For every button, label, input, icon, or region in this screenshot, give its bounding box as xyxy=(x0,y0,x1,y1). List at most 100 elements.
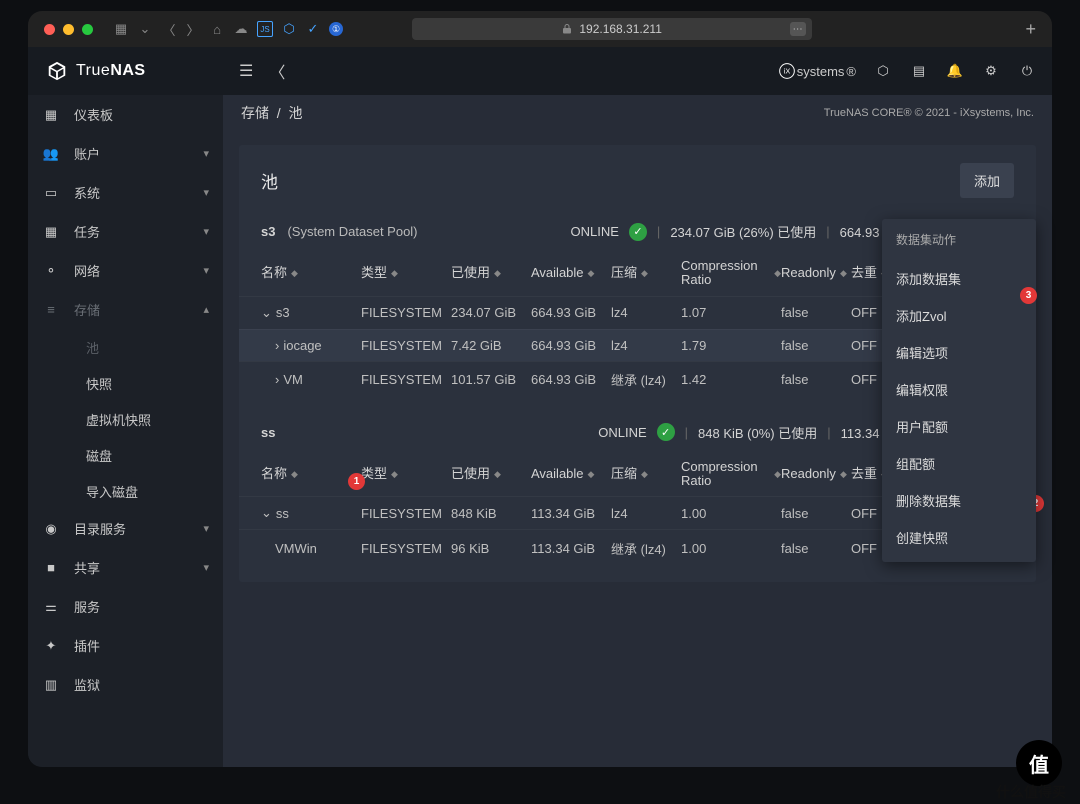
chevron-down-icon: ▾ xyxy=(203,264,209,277)
puzzle-icon: ✦ xyxy=(42,638,60,654)
ixsystems-logo[interactable]: iXsystems® xyxy=(779,63,856,79)
sidebar-subitem[interactable]: 池 xyxy=(28,329,223,365)
check-icon[interactable]: ✓ xyxy=(305,21,321,37)
reader-icon[interactable]: ⋯ xyxy=(790,22,806,36)
truenas-logo-icon xyxy=(46,60,68,82)
sidebar-subitem[interactable]: 虚拟机快照 xyxy=(28,401,223,437)
nav-forward-icon[interactable]: 〉 xyxy=(185,21,201,37)
sidebar-item-calendar[interactable]: ▦ 任务 ▾ xyxy=(28,212,223,251)
menu-item[interactable]: 添加数据集 xyxy=(882,260,1036,297)
cube-icon[interactable]: ⬡ xyxy=(874,63,892,79)
menu-header: 数据集动作 xyxy=(882,219,1036,260)
dashboard-icon: ▦ xyxy=(42,107,60,123)
sidebar-item-puzzle[interactable]: ✦ 插件 xyxy=(28,626,223,665)
menu-toggle-icon[interactable]: ☰ xyxy=(239,61,253,81)
menu-item[interactable]: 组配额 xyxy=(882,445,1036,482)
sidebar-item-label: 插件 xyxy=(74,636,100,655)
sidebar-item-label: 系统 xyxy=(74,183,100,202)
expand-icon[interactable]: › xyxy=(275,338,279,353)
back-icon[interactable]: 〈 xyxy=(269,59,285,83)
list-icon: ≡ xyxy=(42,302,60,317)
cloud-icon[interactable]: ☁ xyxy=(233,21,249,37)
annotation-badge-1: 1 xyxy=(348,473,365,490)
sidebar-subitem[interactable]: 磁盘 xyxy=(28,437,223,473)
sidebar-subitem[interactable]: 快照 xyxy=(28,365,223,401)
menu-item[interactable]: 删除数据集 xyxy=(882,482,1036,519)
sidebar-item-network[interactable]: ⚬网络▾ xyxy=(28,251,223,290)
expand-icon[interactable]: ⌄ xyxy=(261,305,272,321)
sliders-icon: ⚌ xyxy=(42,599,60,615)
sidebar-item-users[interactable]: 👥账户▾ xyxy=(28,134,223,173)
chevron-down-icon: ▾ xyxy=(203,561,209,574)
new-tab-icon[interactable]: + xyxy=(1025,19,1036,40)
folder-icon: ■ xyxy=(42,560,60,575)
menu-item[interactable]: 添加Zvol xyxy=(882,297,1036,334)
sidebar-item-label: 服务 xyxy=(74,597,100,616)
check-icon: ✓ xyxy=(629,223,647,241)
gear-icon[interactable]: ⚙ xyxy=(982,63,1000,79)
check-icon: ✓ xyxy=(657,423,675,441)
sidebar-subitem[interactable]: 导入磁盘 xyxy=(28,473,223,509)
sidebar-item-dashboard[interactable]: ▦ 仪表板 xyxy=(28,95,223,134)
breadcrumb: 存储 / 池 TrueNAS CORE® © 2021 - iXsystems,… xyxy=(223,95,1052,131)
calendar-icon: ▦ xyxy=(42,224,60,240)
sidebar-item-label: 账户 xyxy=(74,144,100,163)
page-title: 池 xyxy=(261,168,278,193)
lock-icon xyxy=(561,23,573,35)
chevron-down-icon[interactable]: ⌄ xyxy=(137,21,153,37)
add-button[interactable]: 添加 xyxy=(960,163,1014,198)
copyright: TrueNAS CORE® © 2021 - iXsystems, Inc. xyxy=(824,107,1034,119)
expand-icon[interactable]: › xyxy=(275,372,279,387)
watermark-icon: 值 xyxy=(1016,740,1062,786)
pool-used: 848 KiB (0%) 已使用 xyxy=(698,423,817,442)
bell-icon[interactable]: 🔔 xyxy=(946,63,964,79)
sidebar-item-list[interactable]: ≡ 存储 ▴ xyxy=(28,290,223,329)
watermark-text: 什么值得买 xyxy=(996,782,1066,802)
brand-logo[interactable]: TrueNAS xyxy=(28,47,223,95)
sidebar-item-globe[interactable]: ◉目录服务▾ xyxy=(28,509,223,548)
sidebar-toggle-icon[interactable]: ▦ xyxy=(113,21,129,37)
ext-icon[interactable]: JS xyxy=(257,21,273,37)
clipboard-icon[interactable]: ▤ xyxy=(910,63,928,79)
window-traffic-lights[interactable] xyxy=(44,24,93,35)
chevron-down-icon: ▾ xyxy=(203,225,209,238)
power-icon[interactable]: ⏻ xyxy=(1018,63,1036,79)
chevron-up-icon: ▴ xyxy=(203,303,209,316)
menu-item[interactable]: 创建快照 xyxy=(882,519,1036,556)
sidebar-item-sliders[interactable]: ⚌ 服务 xyxy=(28,587,223,626)
chevron-down-icon: ▾ xyxy=(203,186,209,199)
sidebar-item-label: 仪表板 xyxy=(74,105,113,124)
sidebar-item-label: 存储 xyxy=(74,300,100,319)
pool-tag: (System Dataset Pool) xyxy=(287,224,417,239)
share-icon[interactable] xyxy=(941,21,957,37)
pool-used: 234.07 GiB (26%) 已使用 xyxy=(670,222,816,241)
pool-name: s3 xyxy=(261,224,275,239)
nav-back-icon[interactable]: 〈 xyxy=(161,21,177,37)
topbar: ☰ 〈 iXsystems® ⬡ ▤ 🔔 ⚙ ⏻ xyxy=(223,47,1052,95)
sidebar-item-jail[interactable]: ▥ 监狱 xyxy=(28,665,223,704)
globe-icon: ◉ xyxy=(42,521,60,537)
home-icon[interactable]: ⌂ xyxy=(209,21,225,37)
sidebar-item-laptop[interactable]: ▭ 系统 ▾ xyxy=(28,173,223,212)
address-bar[interactable]: 192.168.31.211 ⋯ xyxy=(412,18,812,40)
sidebar-item-folder[interactable]: ■ 共享 ▾ xyxy=(28,548,223,587)
pass-icon[interactable]: ① xyxy=(329,22,343,36)
pool-name: ss xyxy=(261,425,275,440)
menu-item[interactable]: 用户配额 xyxy=(882,408,1036,445)
cube-icon[interactable]: ⬡ xyxy=(281,21,297,37)
annotation-badge-3: 3 xyxy=(1020,287,1037,304)
sidebar-item-label: 共享 xyxy=(74,558,100,577)
sidebar: TrueNAS ▦仪表板👥账户▾▭系统▾▦任务▾⚬网络▾≡存储▴池快照虚拟机快照… xyxy=(28,47,223,767)
chevron-down-icon: ▾ xyxy=(203,147,209,160)
pool-status: ONLINE xyxy=(598,425,646,440)
menu-item[interactable]: 编辑权限 xyxy=(882,371,1036,408)
network-icon: ⚬ xyxy=(42,263,60,279)
sidebar-item-label: 监狱 xyxy=(74,675,100,694)
dataset-actions-menu: 数据集动作 添加数据集添加Zvol编辑选项编辑权限用户配额组配额删除数据集创建快… xyxy=(882,219,1036,562)
jail-icon: ▥ xyxy=(42,677,60,693)
sidebar-item-label: 任务 xyxy=(74,222,100,241)
laptop-icon: ▭ xyxy=(42,185,60,201)
chevron-down-icon: ▾ xyxy=(203,522,209,535)
expand-icon[interactable]: ⌄ xyxy=(261,505,272,521)
menu-item[interactable]: 编辑选项 xyxy=(882,334,1036,371)
